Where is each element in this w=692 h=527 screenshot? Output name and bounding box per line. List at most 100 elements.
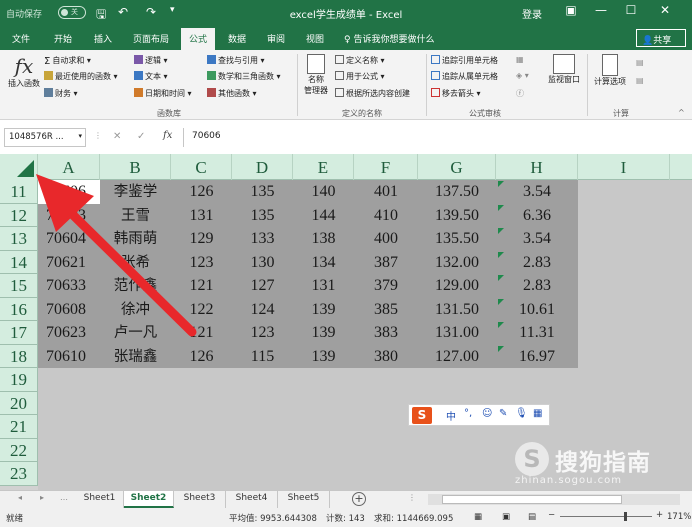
table-cell[interactable]: 2.83 <box>496 251 578 275</box>
math-button[interactable]: 数学和三角函数 ▾ <box>207 71 281 82</box>
table-cell[interactable]: 139 <box>293 345 354 369</box>
tab-view[interactable]: 视图 <box>306 32 324 45</box>
create-from-selection-button[interactable]: 根据所选内容创建 <box>335 88 410 99</box>
row-header[interactable]: 21 <box>0 415 38 439</box>
active-cell[interactable]: 70606 <box>38 180 100 204</box>
selected-range[interactable]: 70606 李鉴学 126 135 140 401 137.50 3.54 70603 王雪 131… <box>38 180 578 368</box>
tab-data[interactable]: 数据 <box>228 32 246 45</box>
define-name-button[interactable]: 定义名称 ▾ <box>335 55 385 66</box>
collapse-ribbon-icon[interactable]: ^ <box>678 108 685 117</box>
table-cell[interactable]: 131.50 <box>418 298 496 322</box>
table-cell[interactable]: 133 <box>232 227 293 251</box>
table-cell[interactable]: 韩雨萌 <box>100 227 171 251</box>
table-cell[interactable]: 6.36 <box>496 204 578 228</box>
column-header-i[interactable]: I <box>578 154 670 180</box>
row-header[interactable]: 13 <box>0 227 38 251</box>
table-cell[interactable]: 139.50 <box>418 204 496 228</box>
row-header[interactable]: 18 <box>0 344 38 368</box>
table-cell[interactable]: 121 <box>171 321 232 345</box>
calc-options-button[interactable]: 计算选项 <box>590 54 630 87</box>
column-header-c[interactable]: C <box>171 154 232 180</box>
table-cell[interactable]: 李鉴学 <box>100 180 171 204</box>
evaluate-formula-icon[interactable]: ⓕ <box>516 88 524 99</box>
share-button[interactable]: 👤共享 <box>636 29 686 47</box>
sheet-tab[interactable]: Sheet4 <box>226 491 278 508</box>
zoom-slider-knob[interactable] <box>624 512 627 521</box>
trace-dependents-button[interactable]: 追踪从属单元格 <box>431 71 498 82</box>
table-cell[interactable]: 张瑞鑫 <box>100 345 171 369</box>
sheet-tab[interactable]: Sheet3 <box>174 491 226 508</box>
table-cell[interactable]: 70623 <box>38 321 100 345</box>
row-header[interactable]: 16 <box>0 297 38 321</box>
autosum-button[interactable]: Σ 自动求和 ▾ <box>44 55 91 67</box>
punctuation-icon[interactable]: °, <box>464 408 472 419</box>
calc-sheet-icon[interactable]: ▤ <box>636 76 644 85</box>
table-cell[interactable]: 135 <box>232 204 293 228</box>
row-header[interactable]: 12 <box>0 203 38 227</box>
zoom-slider[interactable] <box>560 512 652 521</box>
tab-page-layout[interactable]: 页面布局 <box>133 32 169 45</box>
tab-insert[interactable]: 插入 <box>94 32 112 45</box>
table-cell[interactable]: 王雪 <box>100 204 171 228</box>
normal-view-icon[interactable]: ▦ <box>474 512 482 522</box>
other-functions-button[interactable]: 其他函数 ▾ <box>207 88 257 99</box>
ribbon-display-icon[interactable]: ▣ <box>560 3 582 17</box>
calc-now-icon[interactable]: ▤ <box>636 58 644 67</box>
row-header[interactable]: 14 <box>0 250 38 274</box>
tab-formulas[interactable]: 公式 <box>181 28 216 50</box>
table-cell[interactable]: 379 <box>354 274 418 298</box>
table-cell[interactable]: 10.61 <box>496 298 578 322</box>
tab-home[interactable]: 开始 <box>54 32 72 45</box>
remove-arrows-button[interactable]: 移去箭头 ▾ <box>431 88 481 99</box>
page-break-view-icon[interactable]: ▤ <box>528 512 536 522</box>
name-manager-button[interactable]: 名称 管理器 <box>300 54 332 96</box>
table-cell[interactable]: 138 <box>293 227 354 251</box>
table-cell[interactable]: 3.54 <box>496 227 578 251</box>
row-header[interactable]: 23 <box>0 462 38 486</box>
table-cell[interactable]: 139 <box>293 321 354 345</box>
trace-precedents-button[interactable]: 追踪引用单元格 <box>431 55 498 66</box>
pen-icon[interactable]: ✎ <box>499 408 507 419</box>
prev-sheet-icon[interactable]: ◂ <box>18 493 22 502</box>
table-cell[interactable]: 135 <box>232 180 293 204</box>
cancel-icon[interactable]: ✕ <box>113 131 121 142</box>
watch-window-button[interactable]: 监视窗口 <box>544 54 584 85</box>
table-cell[interactable]: 385 <box>354 298 418 322</box>
table-cell[interactable]: 70603 <box>38 204 100 228</box>
table-cell[interactable]: 127.00 <box>418 345 496 369</box>
table-cell[interactable]: 140 <box>293 180 354 204</box>
more-sheets-icon[interactable]: … <box>60 493 68 502</box>
insert-function-button[interactable]: fx 插入函数 <box>4 54 44 89</box>
column-header-f[interactable]: F <box>354 154 418 180</box>
close-button[interactable]: ✕ <box>654 3 676 17</box>
minimize-button[interactable]: — <box>590 3 612 17</box>
table-cell[interactable]: 387 <box>354 251 418 275</box>
table-cell[interactable]: 129.00 <box>418 274 496 298</box>
text-button[interactable]: 文本 ▾ <box>134 71 168 82</box>
row-header[interactable]: 11 <box>0 180 38 204</box>
emoji-icon[interactable]: ☺ <box>482 408 492 419</box>
table-cell[interactable]: 2.83 <box>496 274 578 298</box>
table-cell[interactable]: 123 <box>171 251 232 275</box>
formula-input[interactable]: 70606 <box>183 128 686 147</box>
toolbox-icon[interactable]: ▦ <box>533 408 542 419</box>
table-cell[interactable]: 70610 <box>38 345 100 369</box>
table-cell[interactable]: 徐冲 <box>100 298 171 322</box>
ime-mode-button[interactable]: 中 <box>446 408 456 423</box>
table-cell[interactable]: 70633 <box>38 274 100 298</box>
error-checking-icon[interactable]: ◈ ▾ <box>516 71 529 80</box>
add-sheet-button[interactable]: + <box>352 492 366 506</box>
tab-review[interactable]: 审阅 <box>267 32 285 45</box>
sogou-logo-icon[interactable]: S <box>412 407 432 424</box>
table-cell[interactable]: 121 <box>171 274 232 298</box>
page-layout-view-icon[interactable]: ▣ <box>502 512 510 522</box>
table-cell[interactable]: 122 <box>171 298 232 322</box>
table-cell[interactable]: 70621 <box>38 251 100 275</box>
financial-button[interactable]: 财务 ▾ <box>44 88 78 99</box>
sheet-tab-active[interactable]: Sheet2 <box>124 491 174 508</box>
table-cell[interactable]: 70604 <box>38 227 100 251</box>
table-cell[interactable]: 131 <box>293 274 354 298</box>
table-cell[interactable]: 范作鑫 <box>100 274 171 298</box>
table-cell[interactable]: 70608 <box>38 298 100 322</box>
enter-icon[interactable]: ✓ <box>137 131 145 142</box>
